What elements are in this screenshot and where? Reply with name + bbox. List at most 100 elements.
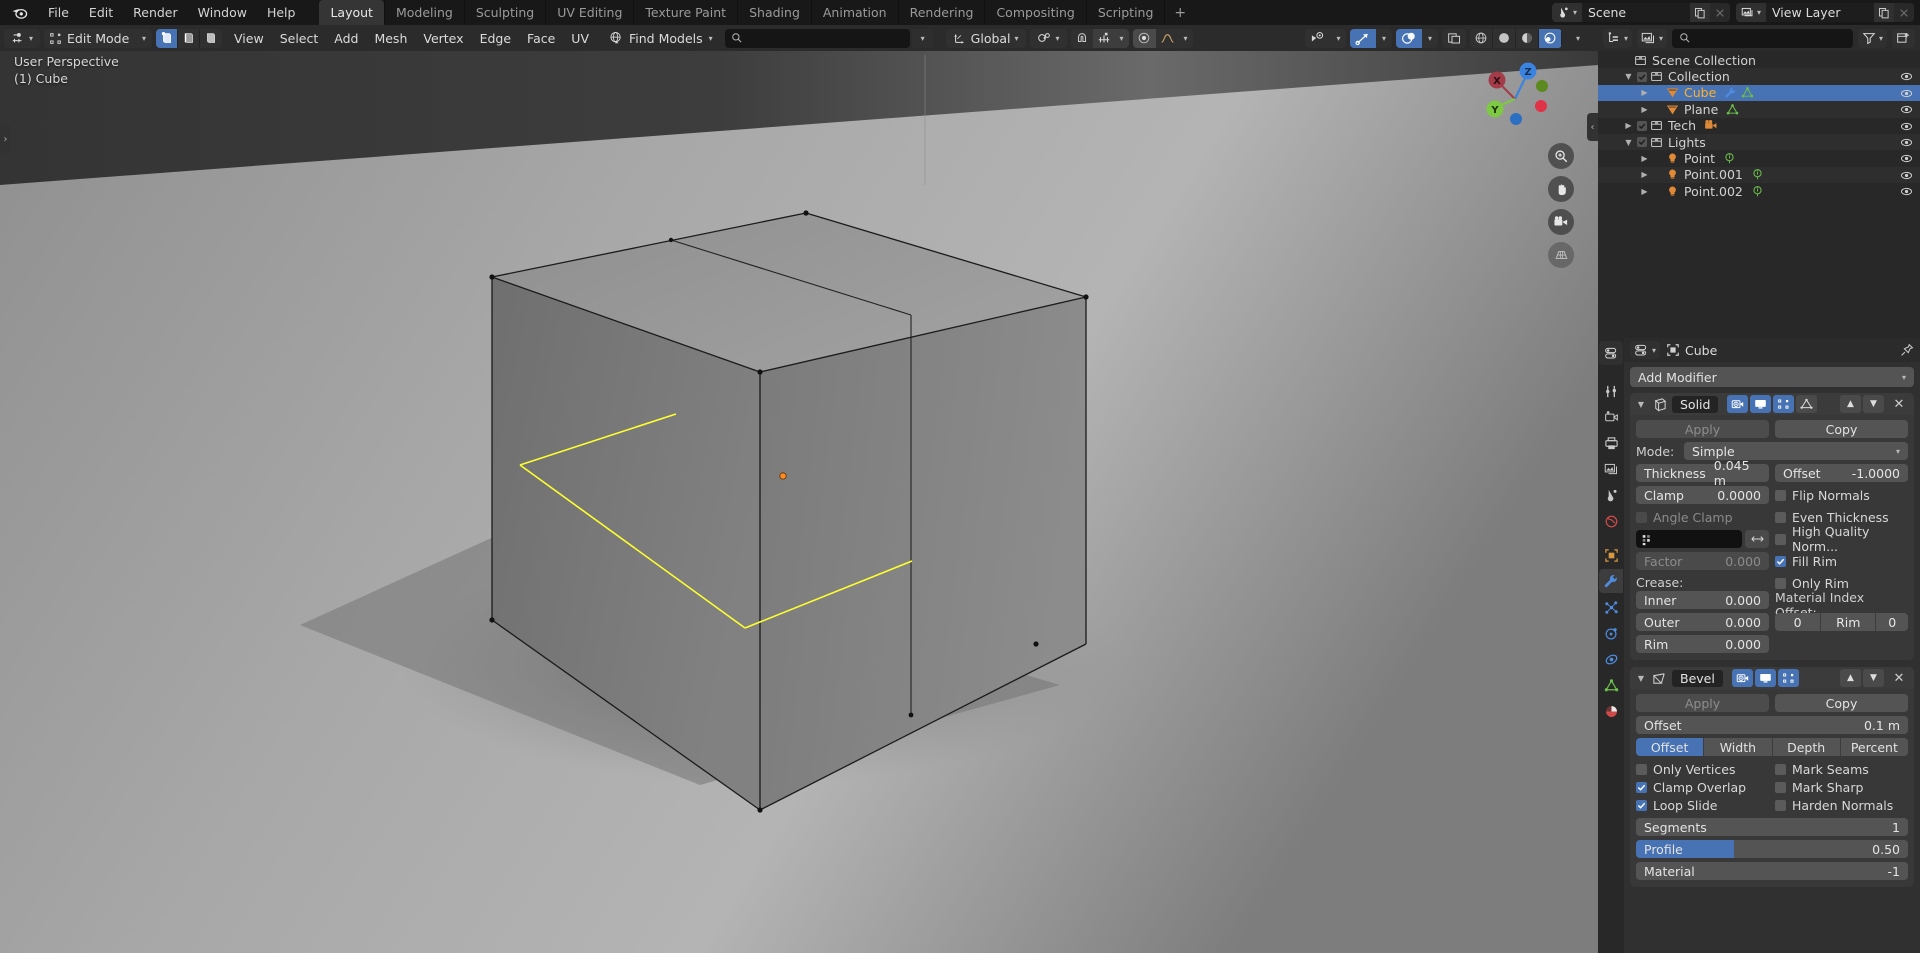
collapse-triangle-icon[interactable]: ▼ <box>1635 400 1647 409</box>
solidify-apply-button[interactable]: Apply <box>1636 420 1769 438</box>
properties-tab-render[interactable] <box>1599 405 1623 429</box>
move-down-icon[interactable]: ▼ <box>1863 395 1884 413</box>
face-select-icon[interactable] <box>200 28 223 48</box>
overlays-dropdown[interactable]: ▾ <box>1422 28 1438 48</box>
tab-modeling[interactable]: Modeling <box>383 0 464 25</box>
mesh-triangle-icon[interactable] <box>1741 86 1754 99</box>
loop-slide-checkbox[interactable] <box>1636 799 1647 811</box>
proportional-edit-icon[interactable] <box>1132 28 1156 48</box>
bevel-harden-normals-row[interactable]: Harden Normals <box>1775 796 1908 814</box>
solidify-clamp-field[interactable]: Clamp 0.0000 <box>1636 486 1769 504</box>
outliner-row-tech[interactable]: ▶ Tech <box>1598 118 1920 134</box>
outliner-display-mode-icon[interactable]: ▾ <box>1637 28 1668 48</box>
angle-clamp-checkbox[interactable] <box>1636 511 1647 523</box>
move-up-icon[interactable]: ▲ <box>1840 669 1861 687</box>
exclude-checkbox[interactable] <box>1635 136 1648 148</box>
editor-type-selector[interactable]: ▾ <box>4 28 41 48</box>
move-down-icon[interactable]: ▼ <box>1863 669 1884 687</box>
properties-pin-selector[interactable]: ▾ <box>1630 341 1661 359</box>
tab-animation[interactable]: Animation <box>810 0 898 25</box>
remove-view-layer-button[interactable] <box>1894 3 1914 22</box>
scene-name[interactable]: Scene <box>1581 3 1690 22</box>
modifier-panel-bevel[interactable]: ▼ Bevel ▲ ▼ ✕ Apply Copy Offset 0.1 m Of… <box>1630 667 1914 887</box>
new-scene-button[interactable] <box>1689 3 1710 22</box>
camera-icon[interactable] <box>1704 119 1718 132</box>
toggle-on-cage-icon[interactable] <box>1796 395 1818 413</box>
properties-tab-particles[interactable] <box>1599 595 1623 619</box>
expand-triangle-icon[interactable]: ▼ <box>1622 72 1635 81</box>
invert-vertex-group-icon[interactable] <box>1745 530 1769 548</box>
camera-view-tool-icon[interactable] <box>1548 209 1574 235</box>
light-data-icon[interactable] <box>1751 168 1764 181</box>
solidify-offset-field[interactable]: Offset -1.0000 <box>1775 464 1908 482</box>
outliner-row-point[interactable]: ▶ Point <box>1598 150 1920 166</box>
outliner-tree[interactable]: Scene Collection ▼ Collection ▶ Cube ▶ Plane ▶ T… <box>1598 51 1920 338</box>
menu-uv[interactable]: UV <box>563 29 597 48</box>
vertex-select-icon[interactable] <box>156 28 179 48</box>
expand-triangle-icon[interactable]: ▶ <box>1638 170 1651 179</box>
solidify-rim-field[interactable]: Rim 0.000 <box>1636 635 1769 653</box>
solidify-fill-rim-row[interactable]: Fill Rim <box>1775 552 1908 570</box>
view-layer-icon[interactable]: ▾ <box>1735 3 1766 22</box>
menu-vertex[interactable]: Vertex <box>415 29 471 48</box>
wrench-icon[interactable] <box>1724 86 1737 99</box>
outliner-row-lights[interactable]: ▼ Lights <box>1598 133 1920 151</box>
scene-icon[interactable]: ▾ <box>1551 3 1582 22</box>
outliner-row-point-002[interactable]: ▶ Point.002 <box>1598 183 1920 199</box>
bevel-mark-seams-row[interactable]: Mark Seams <box>1775 760 1908 778</box>
bevel-width-type-percent[interactable]: Percent <box>1840 738 1908 756</box>
vertex-group-field[interactable] <box>1636 530 1742 548</box>
modifier-panel-solidify[interactable]: ▼ Solid ▲ ▼ ✕ Apply Copy Mode: Simple ▾ … <box>1630 393 1914 660</box>
outliner-editor[interactable]: ▾ ▾ ▾ Scene Collection ▼ Collection ▶ Cube ▶ P… <box>1598 25 1920 338</box>
3d-viewport[interactable]: ▾ Edit Mode ▾ View Select Add Mesh Verte… <box>0 25 1598 953</box>
bevel-apply-button[interactable]: Apply <box>1636 694 1769 712</box>
outliner-row-cube[interactable]: ▶ Cube <box>1598 84 1920 102</box>
tab-uv-editing[interactable]: UV Editing <box>545 0 633 25</box>
hide-in-viewport-icon[interactable] <box>1900 103 1913 116</box>
tab-compositing[interactable]: Compositing <box>984 0 1085 25</box>
menu-file[interactable]: File <box>38 0 79 25</box>
bevel-only-vertices-row[interactable]: Only Vertices <box>1636 760 1769 778</box>
bevel-width-type-offset[interactable]: Offset <box>1636 738 1705 756</box>
properties-tab-world[interactable] <box>1599 509 1623 533</box>
properties-tab-object[interactable] <box>1599 543 1623 567</box>
mark-seams-checkbox[interactable] <box>1775 763 1786 775</box>
menu-add[interactable]: Add <box>326 29 366 48</box>
move-up-icon[interactable]: ▲ <box>1840 395 1861 413</box>
expand-triangle-icon[interactable]: ▶ <box>1638 105 1651 114</box>
even-thickness-checkbox[interactable] <box>1775 511 1786 523</box>
solidify-angle-clamp-row[interactable]: Angle Clamp <box>1636 508 1769 526</box>
bevel-segments-field[interactable]: Segments 1 <box>1636 818 1908 836</box>
outliner-row-scene-collection[interactable]: Scene Collection <box>1598 52 1920 68</box>
bevel-width-type-width[interactable]: Width <box>1704 738 1773 756</box>
tab-shading[interactable]: Shading <box>737 0 811 25</box>
solidify-inner-field[interactable]: Inner 0.000 <box>1636 591 1769 609</box>
menu-window[interactable]: Window <box>188 0 257 25</box>
properties-tab-modifier[interactable] <box>1599 569 1623 593</box>
visibility-dropdown[interactable]: ▾ <box>1331 28 1346 48</box>
xray-toggle-icon[interactable] <box>1442 28 1466 48</box>
bevel-material-field[interactable]: Material -1 <box>1636 862 1908 880</box>
toggle-realtime-icon[interactable] <box>1750 395 1772 413</box>
toggle-ortho-tool-icon[interactable] <box>1548 242 1574 268</box>
high-quality-normals-checkbox[interactable] <box>1775 533 1786 545</box>
pan-tool-icon[interactable] <box>1548 176 1574 202</box>
toggle-edit-mode-icon[interactable] <box>1777 669 1799 687</box>
material-offset-value[interactable]: 0 <box>1775 613 1822 631</box>
mesh-triangle-icon[interactable] <box>1726 103 1739 116</box>
add-modifier-button[interactable]: Add Modifier ▾ <box>1630 367 1914 387</box>
tab-texture-paint[interactable]: Texture Paint <box>633 0 737 25</box>
hide-in-viewport-icon[interactable] <box>1900 136 1913 149</box>
zoom-tool-icon[interactable] <box>1548 143 1574 169</box>
outliner-new-collection-icon[interactable] <box>1892 28 1915 48</box>
viewport-sidebar-toggle[interactable]: ‹ <box>1587 113 1598 141</box>
interaction-mode-selector[interactable]: Edit Mode ▾ <box>44 28 153 48</box>
outliner-filter-icon[interactable]: ▾ <box>1857 28 1887 48</box>
bevel-loop-slide-row[interactable]: Loop Slide <box>1636 796 1769 814</box>
bevel-offset-field[interactable]: Offset 0.1 m <box>1636 716 1908 734</box>
exclude-checkbox[interactable] <box>1635 71 1648 83</box>
hide-in-viewport-icon[interactable] <box>1900 87 1913 100</box>
shading-dropdown[interactable]: ▾ <box>1566 29 1590 48</box>
properties-tab-physics[interactable] <box>1599 621 1623 645</box>
bevel-width-type-depth[interactable]: Depth <box>1772 738 1841 756</box>
